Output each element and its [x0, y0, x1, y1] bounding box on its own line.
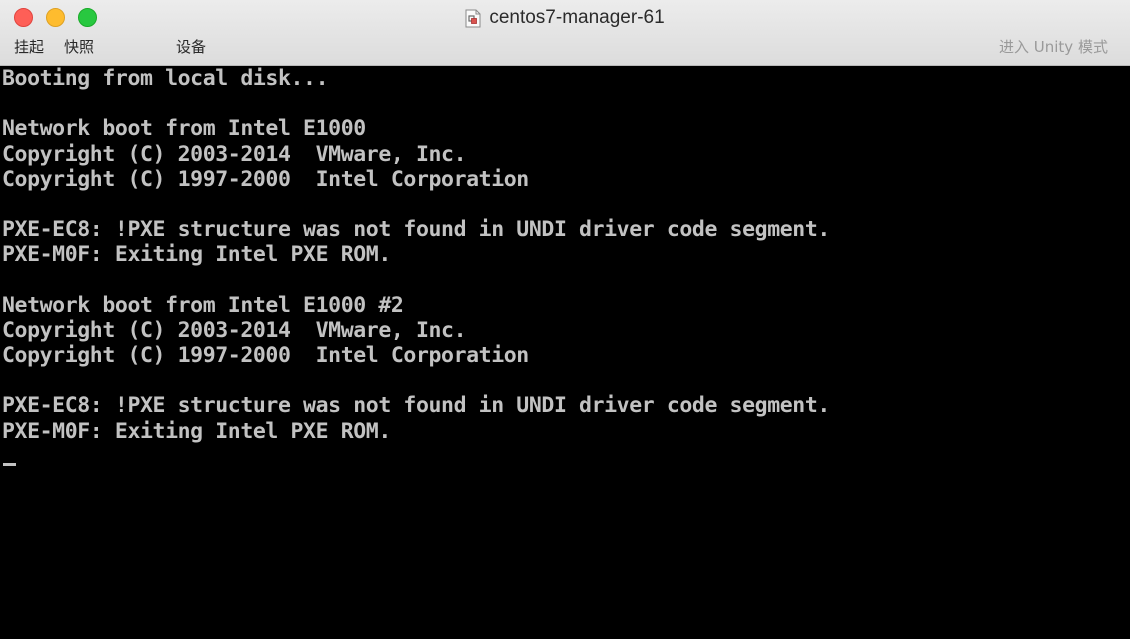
suspend-button[interactable]: 挂起 — [14, 37, 44, 57]
maximize-button[interactable] — [78, 8, 97, 27]
console-line: PXE-M0F: Exiting Intel PXE ROM. — [2, 418, 391, 444]
window-title: centos7-manager-61 — [489, 7, 665, 28]
console-line: Booting from local disk... — [2, 66, 329, 91]
window-title-group: centos7-manager-61 — [465, 7, 665, 29]
enter-unity-mode-button[interactable]: 进入 Unity 模式 — [999, 37, 1108, 57]
console-line: PXE-M0F: Exiting Intel PXE ROM. — [2, 242, 391, 268]
close-button[interactable] — [14, 8, 33, 27]
minimize-button[interactable] — [46, 8, 65, 27]
vm-window: centos7-manager-61 挂起 快照 设备 进入 Unity 模式 … — [0, 0, 1130, 639]
devices-button[interactable]: 设备 — [176, 37, 206, 57]
console-line: Network boot from Intel E1000 #2 — [2, 292, 404, 318]
console-line: Network boot from Intel E1000 — [2, 116, 366, 142]
vmware-vm-icon — [465, 9, 481, 28]
title-area: centos7-manager-61 — [0, 6, 1130, 30]
text-cursor — [3, 463, 16, 466]
console-line: Copyright (C) 2003-2014 VMware, Inc. — [2, 317, 467, 343]
title-bar: centos7-manager-61 挂起 快照 设备 进入 Unity 模式 — [0, 0, 1130, 66]
console-line: PXE-EC8: !PXE structure was not found in… — [2, 217, 830, 243]
snapshot-button[interactable]: 快照 — [64, 37, 94, 57]
console-line: Copyright (C) 1997-2000 Intel Corporatio… — [2, 343, 529, 369]
console-output: Booting from local disk... Network boot … — [2, 66, 830, 444]
console-line: Copyright (C) 2003-2014 VMware, Inc. — [2, 141, 467, 167]
console-line: PXE-EC8: !PXE structure was not found in… — [2, 393, 830, 419]
vm-console-screen[interactable]: Booting from local disk... Network boot … — [0, 66, 1130, 639]
console-line: Copyright (C) 1997-2000 Intel Corporatio… — [2, 166, 529, 192]
